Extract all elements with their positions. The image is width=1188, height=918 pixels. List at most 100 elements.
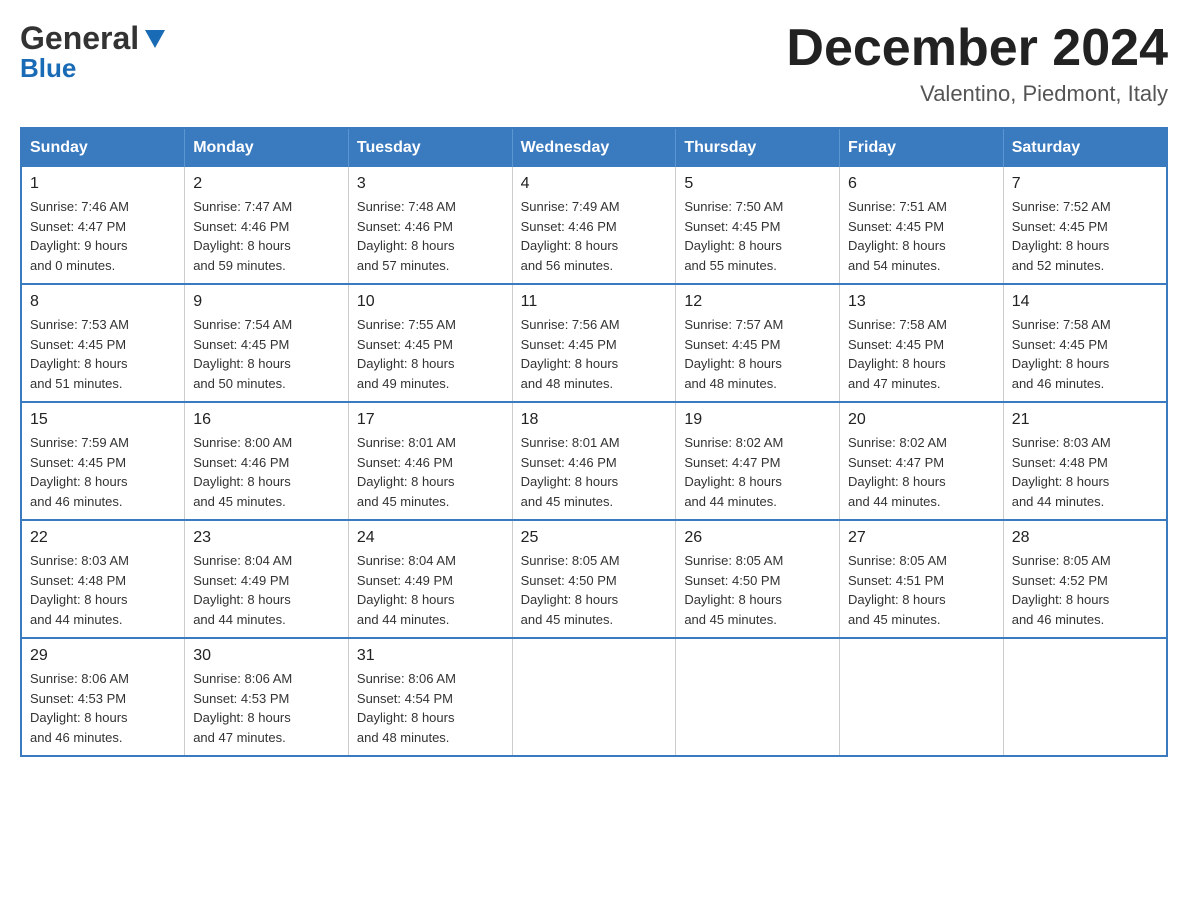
- day-number: 26: [684, 529, 831, 547]
- day-cell: 7 Sunrise: 7:52 AMSunset: 4:45 PMDaylight…: [1003, 167, 1167, 284]
- day-number: 11: [521, 293, 668, 311]
- day-number: 25: [521, 529, 668, 547]
- day-number: 20: [848, 411, 995, 429]
- day-info: Sunrise: 7:58 AMSunset: 4:45 PMDaylight:…: [1012, 315, 1158, 393]
- day-number: 24: [357, 529, 504, 547]
- week-row-5: 29 Sunrise: 8:06 AMSunset: 4:53 PMDayligh…: [21, 638, 1167, 756]
- day-cell: 11 Sunrise: 7:56 AMSunset: 4:45 PMDayligh…: [512, 284, 676, 402]
- day-cell: 25 Sunrise: 8:05 AMSunset: 4:50 PMDayligh…: [512, 520, 676, 638]
- day-info: Sunrise: 7:52 AMSunset: 4:45 PMDaylight:…: [1012, 197, 1158, 275]
- day-number: 1: [30, 175, 176, 193]
- day-info: Sunrise: 8:01 AMSunset: 4:46 PMDaylight:…: [357, 433, 504, 511]
- day-number: 14: [1012, 293, 1158, 311]
- header-wednesday: Wednesday: [512, 128, 676, 167]
- day-cell: 23 Sunrise: 8:04 AMSunset: 4:49 PMDayligh…: [185, 520, 349, 638]
- day-cell: 31 Sunrise: 8:06 AMSunset: 4:54 PMDayligh…: [348, 638, 512, 756]
- header-monday: Monday: [185, 128, 349, 167]
- day-cell: 2Sunrise: 7:47 AMSunset: 4:46 PMDaylight…: [185, 167, 349, 284]
- day-info: Sunrise: 8:00 AMSunset: 4:46 PMDaylight:…: [193, 433, 340, 511]
- day-cell: 13 Sunrise: 7:58 AMSunset: 4:45 PMDayligh…: [840, 284, 1004, 402]
- day-number: 29: [30, 647, 176, 665]
- day-info: Sunrise: 8:03 AMSunset: 4:48 PMDaylight:…: [30, 551, 176, 629]
- day-cell: 4 Sunrise: 7:49 AMSunset: 4:46 PMDaylight…: [512, 167, 676, 284]
- day-cell: 21Sunrise: 8:03 AMSunset: 4:48 PMDayligh…: [1003, 402, 1167, 520]
- day-info: Sunrise: 8:06 AMSunset: 4:53 PMDaylight:…: [30, 669, 176, 747]
- day-cell: 9 Sunrise: 7:54 AMSunset: 4:45 PMDaylight…: [185, 284, 349, 402]
- day-cell: 28 Sunrise: 8:05 AMSunset: 4:52 PMDayligh…: [1003, 520, 1167, 638]
- day-cell: [676, 638, 840, 756]
- calendar-header-row: SundayMondayTuesdayWednesdayThursdayFrid…: [21, 128, 1167, 167]
- day-info: Sunrise: 7:54 AMSunset: 4:45 PMDaylight:…: [193, 315, 340, 393]
- day-info: Sunrise: 7:58 AMSunset: 4:45 PMDaylight:…: [848, 315, 995, 393]
- day-info: Sunrise: 8:05 AMSunset: 4:50 PMDaylight:…: [684, 551, 831, 629]
- day-cell: 3 Sunrise: 7:48 AMSunset: 4:46 PMDaylight…: [348, 167, 512, 284]
- day-number: 28: [1012, 529, 1158, 547]
- logo-blue: Blue: [20, 53, 76, 84]
- day-cell: [1003, 638, 1167, 756]
- day-number: 23: [193, 529, 340, 547]
- day-cell: 8 Sunrise: 7:53 AMSunset: 4:45 PMDaylight…: [21, 284, 185, 402]
- day-info: Sunrise: 8:06 AMSunset: 4:54 PMDaylight:…: [357, 669, 504, 747]
- day-number: 4: [521, 175, 668, 193]
- day-number: 6: [848, 175, 995, 193]
- day-cell: 17 Sunrise: 8:01 AMSunset: 4:46 PMDayligh…: [348, 402, 512, 520]
- day-number: 8: [30, 293, 176, 311]
- day-cell: 20Sunrise: 8:02 AMSunset: 4:47 PMDayligh…: [840, 402, 1004, 520]
- day-info: Sunrise: 7:49 AMSunset: 4:46 PMDaylight:…: [521, 197, 668, 275]
- day-info: Sunrise: 7:53 AMSunset: 4:45 PMDaylight:…: [30, 315, 176, 393]
- day-cell: 12Sunrise: 7:57 AMSunset: 4:45 PMDayligh…: [676, 284, 840, 402]
- day-info: Sunrise: 8:05 AMSunset: 4:50 PMDaylight:…: [521, 551, 668, 629]
- day-cell: [512, 638, 676, 756]
- day-cell: 18Sunrise: 8:01 AMSunset: 4:46 PMDayligh…: [512, 402, 676, 520]
- day-cell: 19 Sunrise: 8:02 AMSunset: 4:47 PMDayligh…: [676, 402, 840, 520]
- day-info: Sunrise: 8:04 AMSunset: 4:49 PMDaylight:…: [357, 551, 504, 629]
- day-number: 3: [357, 175, 504, 193]
- month-title: December 2024: [786, 20, 1168, 77]
- day-info: Sunrise: 7:47 AMSunset: 4:46 PMDaylight:…: [193, 197, 340, 275]
- day-number: 5: [684, 175, 831, 193]
- header-friday: Friday: [840, 128, 1004, 167]
- title-section: December 2024 Valentino, Piedmont, Italy: [786, 20, 1168, 107]
- day-info: Sunrise: 8:06 AMSunset: 4:53 PMDaylight:…: [193, 669, 340, 747]
- day-info: Sunrise: 7:48 AMSunset: 4:46 PMDaylight:…: [357, 197, 504, 275]
- day-cell: 10Sunrise: 7:55 AMSunset: 4:45 PMDayligh…: [348, 284, 512, 402]
- location: Valentino, Piedmont, Italy: [786, 81, 1168, 107]
- logo-arrow-icon: [141, 26, 169, 54]
- week-row-1: 1 Sunrise: 7:46 AMSunset: 4:47 PMDaylight…: [21, 167, 1167, 284]
- day-info: Sunrise: 7:50 AMSunset: 4:45 PMDaylight:…: [684, 197, 831, 275]
- day-info: Sunrise: 7:56 AMSunset: 4:45 PMDaylight:…: [521, 315, 668, 393]
- day-info: Sunrise: 7:46 AMSunset: 4:47 PMDaylight:…: [30, 197, 176, 275]
- day-number: 30: [193, 647, 340, 665]
- week-row-2: 8 Sunrise: 7:53 AMSunset: 4:45 PMDaylight…: [21, 284, 1167, 402]
- header-saturday: Saturday: [1003, 128, 1167, 167]
- day-cell: 16 Sunrise: 8:00 AMSunset: 4:46 PMDayligh…: [185, 402, 349, 520]
- day-cell: 22 Sunrise: 8:03 AMSunset: 4:48 PMDayligh…: [21, 520, 185, 638]
- header-thursday: Thursday: [676, 128, 840, 167]
- day-number: 22: [30, 529, 176, 547]
- logo-general: General: [20, 20, 139, 57]
- day-info: Sunrise: 8:02 AMSunset: 4:47 PMDaylight:…: [684, 433, 831, 511]
- day-info: Sunrise: 7:59 AMSunset: 4:45 PMDaylight:…: [30, 433, 176, 511]
- day-number: 9: [193, 293, 340, 311]
- day-info: Sunrise: 7:55 AMSunset: 4:45 PMDaylight:…: [357, 315, 504, 393]
- day-number: 17: [357, 411, 504, 429]
- day-cell: 15Sunrise: 7:59 AMSunset: 4:45 PMDayligh…: [21, 402, 185, 520]
- day-cell: 29 Sunrise: 8:06 AMSunset: 4:53 PMDayligh…: [21, 638, 185, 756]
- day-info: Sunrise: 8:01 AMSunset: 4:46 PMDaylight:…: [521, 433, 668, 511]
- day-info: Sunrise: 8:05 AMSunset: 4:52 PMDaylight:…: [1012, 551, 1158, 629]
- week-row-4: 22 Sunrise: 8:03 AMSunset: 4:48 PMDayligh…: [21, 520, 1167, 638]
- day-number: 13: [848, 293, 995, 311]
- day-number: 31: [357, 647, 504, 665]
- day-cell: 24 Sunrise: 8:04 AMSunset: 4:49 PMDayligh…: [348, 520, 512, 638]
- header-tuesday: Tuesday: [348, 128, 512, 167]
- day-info: Sunrise: 8:03 AMSunset: 4:48 PMDaylight:…: [1012, 433, 1158, 511]
- logo: General Blue: [20, 20, 169, 84]
- header-sunday: Sunday: [21, 128, 185, 167]
- day-info: Sunrise: 7:57 AMSunset: 4:45 PMDaylight:…: [684, 315, 831, 393]
- day-number: 16: [193, 411, 340, 429]
- day-number: 19: [684, 411, 831, 429]
- day-info: Sunrise: 8:04 AMSunset: 4:49 PMDaylight:…: [193, 551, 340, 629]
- week-row-3: 15Sunrise: 7:59 AMSunset: 4:45 PMDayligh…: [21, 402, 1167, 520]
- day-number: 7: [1012, 175, 1158, 193]
- day-cell: [840, 638, 1004, 756]
